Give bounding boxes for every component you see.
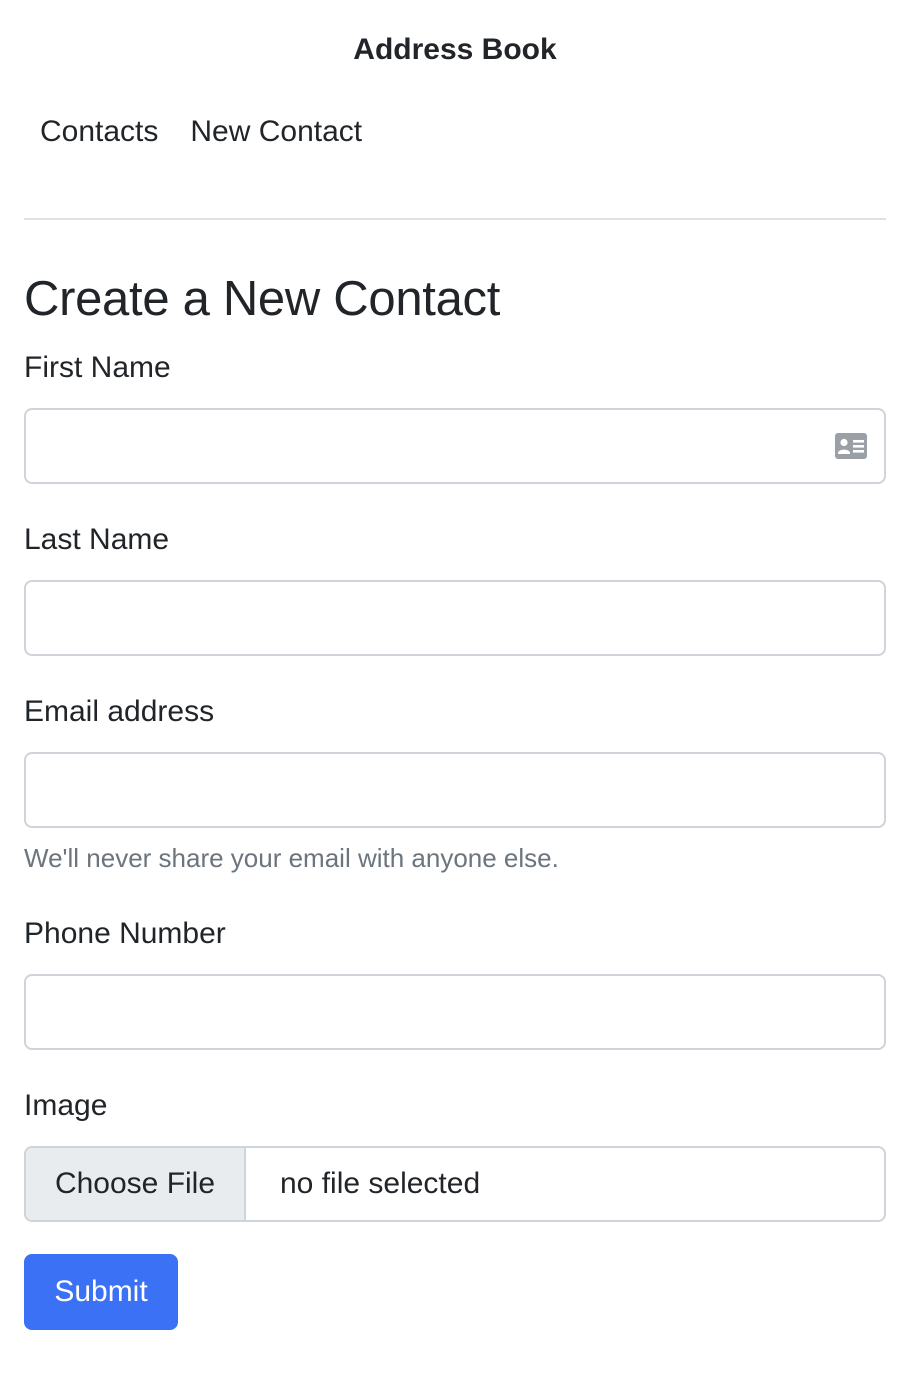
- email-input[interactable]: [24, 752, 886, 828]
- submit-button[interactable]: Submit: [24, 1254, 178, 1330]
- first-name-input[interactable]: [24, 408, 886, 484]
- choose-file-button[interactable]: Choose File: [26, 1148, 246, 1220]
- phone-input[interactable]: [24, 974, 886, 1050]
- main-nav: Contacts New Contact: [24, 110, 378, 154]
- nav-link-new-contact[interactable]: New Contact: [174, 110, 378, 154]
- image-label: Image: [24, 1089, 108, 1122]
- app-title: Address Book: [353, 33, 557, 66]
- header-divider: [24, 218, 886, 220]
- file-status-text: no file selected: [280, 1167, 481, 1200]
- first-name-label: First Name: [24, 351, 171, 384]
- image-file-input[interactable]: Choose File no file selected: [24, 1146, 886, 1222]
- last-name-input[interactable]: [24, 580, 886, 656]
- last-name-label: Last Name: [24, 523, 170, 556]
- nav-link-contacts[interactable]: Contacts: [24, 110, 174, 154]
- page-title: Create a New Contact: [24, 272, 501, 326]
- phone-label: Phone Number: [24, 917, 226, 950]
- contact-card-icon[interactable]: [834, 432, 868, 460]
- email-label: Email address: [24, 695, 215, 728]
- email-help-text: We'll never share your email with anyone…: [24, 843, 559, 873]
